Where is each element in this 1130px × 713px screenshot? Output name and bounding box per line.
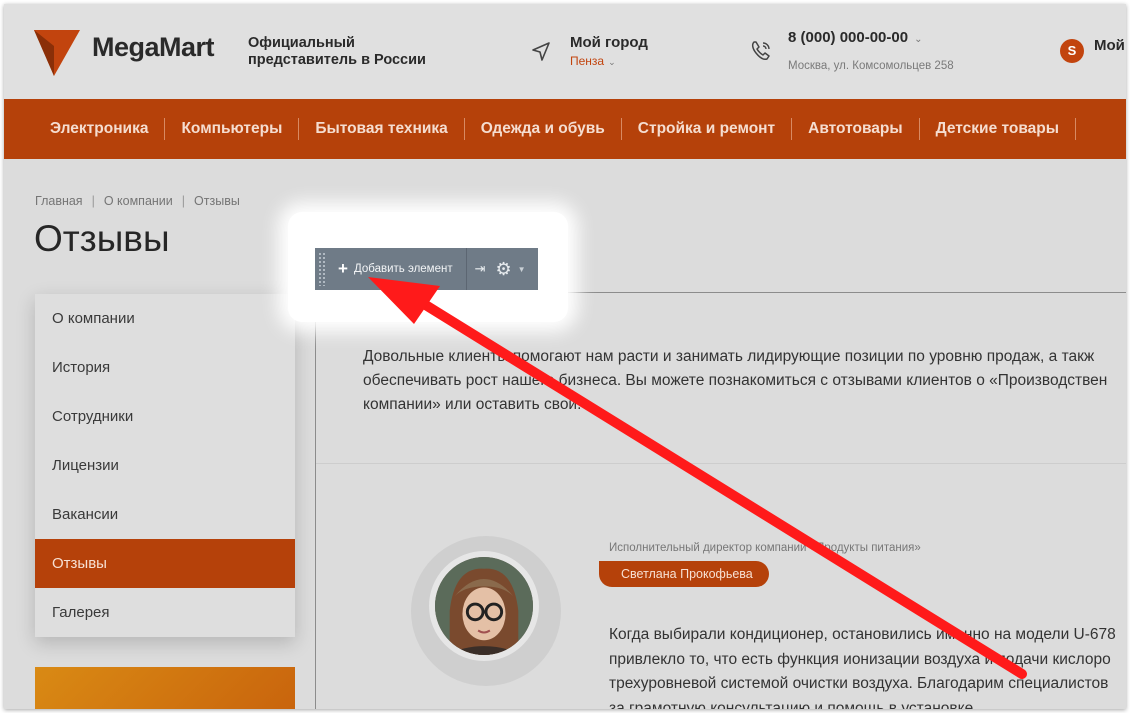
intro-text: Довольные клиенты помогают нам расти и з…	[363, 345, 1126, 417]
caret-down-icon[interactable]: ▼	[518, 265, 526, 274]
pin-icon[interactable]: ⇥	[475, 261, 486, 277]
reviewer-avatar	[429, 551, 539, 661]
tagline: Официальный представитель в России	[248, 35, 426, 68]
chevron-down-icon: ⌄	[914, 34, 923, 45]
sidebar-item-vacancies[interactable]: Вакансии	[35, 490, 295, 539]
review-line: привлекло то, что есть функция ионизации…	[609, 650, 1111, 668]
phone-number: 8 (000) 000-00-00	[788, 29, 909, 46]
breadcrumb-separator: |	[181, 194, 186, 208]
intro-line: обеспечивать рост нашего бизнеса. Вы мож…	[363, 372, 1108, 389]
page-title: Отзывы	[34, 218, 170, 259]
nav-item-construction[interactable]: Стройка и ремонт	[622, 118, 793, 140]
breadcrumb: Главная | О компании | Отзывы	[35, 194, 240, 208]
reviewer-name-badge: Светлана Прокофьева	[599, 561, 769, 587]
location-arrow-icon	[532, 42, 550, 61]
nav-item-clothing[interactable]: Одежда и обувь	[465, 118, 622, 140]
sidebar-item-staff[interactable]: Сотрудники	[35, 392, 295, 441]
phone-icon	[751, 41, 770, 60]
nav-item-kids[interactable]: Детские товары	[920, 118, 1077, 140]
breadcrumb-home[interactable]: Главная	[35, 194, 83, 208]
megamart-logo-icon[interactable]	[32, 26, 82, 78]
intro-line: компании» или оставить свой.	[363, 396, 582, 413]
review-line: за грамотную консультацию и помощь в уст…	[609, 699, 978, 710]
logo-text[interactable]: MegaMart	[92, 32, 215, 63]
sidebar-item-about[interactable]: О компании	[35, 294, 295, 343]
gear-icon[interactable]: ⚙	[496, 259, 512, 280]
nav-item-auto[interactable]: Автотовары	[792, 118, 920, 140]
site-header: MegaMart Официальный представитель в Рос…	[4, 4, 1126, 99]
nav-item-computers[interactable]: Компьютеры	[165, 118, 300, 140]
page-frame: MegaMart Официальный представитель в Рос…	[4, 4, 1126, 709]
nav-item-appliances[interactable]: Бытовая техника	[299, 118, 465, 140]
reviewer-role: Исполнительный директор компании «Продук…	[609, 542, 921, 554]
sidebar-item-licenses[interactable]: Лицензии	[35, 441, 295, 490]
divider	[316, 463, 1126, 464]
edit-toolbar: + Добавить элемент ⇥ ⚙ ▼	[315, 248, 538, 290]
breadcrumb-about[interactable]: О компании	[104, 194, 173, 208]
add-element-button[interactable]: + Добавить элемент	[338, 259, 453, 279]
promo-banner[interactable]	[35, 667, 295, 709]
city-selector[interactable]: Пенза ⌄	[570, 54, 616, 68]
sidebar-menu: О компании История Сотрудники Лицензии В…	[35, 294, 295, 637]
city-title[interactable]: Мой город	[570, 34, 648, 51]
intro-line: Довольные клиенты помогают нам расти и з…	[363, 348, 1095, 365]
breadcrumb-separator: |	[91, 194, 95, 208]
user-avatar[interactable]: S	[1060, 39, 1084, 63]
drag-grip-icon[interactable]	[318, 252, 326, 286]
review-line: Когда выбирали кондиционер, остановились…	[609, 626, 1116, 643]
user-account-link[interactable]: Мой	[1094, 37, 1125, 54]
sidebar-item-history[interactable]: История	[35, 343, 295, 392]
chevron-down-icon: ⌄	[608, 57, 616, 67]
sidebar-item-gallery[interactable]: Галерея	[35, 588, 295, 637]
review-line: трехуровневой системой очистки воздуха. …	[609, 675, 1109, 692]
breadcrumb-current: Отзывы	[194, 194, 240, 208]
sidebar-item-reviews[interactable]: Отзывы	[35, 539, 295, 588]
phone-dropdown[interactable]: 8 (000) 000-00-00 ⌄	[788, 29, 922, 46]
reviewer-photo-icon	[435, 557, 533, 655]
editable-content-area: Довольные клиенты помогают нам расти и з…	[315, 292, 1126, 709]
plus-icon: +	[338, 259, 348, 278]
add-element-label: Добавить элемент	[353, 263, 453, 275]
review-text: Когда выбирали кондиционер, остановились…	[609, 623, 1126, 709]
main-nav: Электроника Компьютеры Бытовая техника О…	[4, 99, 1126, 159]
address: Москва, ул. Комсомольцев 258	[788, 60, 954, 72]
nav-item-electronics[interactable]: Электроника	[34, 118, 166, 140]
toolbar-separator	[465, 248, 467, 290]
city-name: Пенза	[570, 54, 605, 68]
